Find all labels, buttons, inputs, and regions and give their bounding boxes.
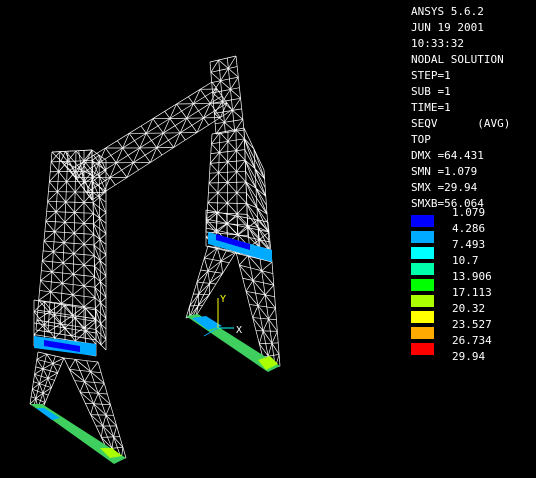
- legend-swatch: [411, 295, 434, 307]
- info-line: TOP: [411, 133, 431, 146]
- info-line: ANSYS 5.6.2: [411, 5, 484, 18]
- frame-wireframe-mesh: [29, 55, 281, 461]
- info-line: SMN =1.079: [411, 165, 478, 178]
- info-line: DMX =64.431: [411, 149, 484, 162]
- legend-value: 29.94: [452, 350, 486, 363]
- info-line: NODAL SOLUTION: [411, 53, 504, 66]
- legend-swatch: [411, 279, 434, 291]
- info-line: JUN 19 2001: [411, 21, 484, 34]
- right-footing-beam: [186, 314, 280, 372]
- legend-swatch: [411, 247, 434, 259]
- legend-value: 17.113: [452, 286, 492, 299]
- legend-value: 4.286: [452, 222, 486, 235]
- info-line: STEP=1: [411, 69, 451, 82]
- legend-swatch: [411, 343, 434, 355]
- legend-value: 13.906: [452, 270, 492, 283]
- legend-swatch: [411, 263, 434, 275]
- legend-value: 1.079: [452, 206, 486, 219]
- graphics-window[interactable]: Y X ANSYS 5.6.2 JUN 19 2001 10:33:32 NODAL …: [0, 0, 536, 478]
- legend-value: 23.527: [452, 318, 492, 331]
- info-line: SUB =1: [411, 85, 451, 98]
- info-line: TIME=1: [411, 101, 451, 114]
- info-line: SEQV (AVG): [411, 117, 511, 130]
- legend-value: 7.493: [452, 238, 486, 251]
- legend-swatch: [411, 215, 434, 227]
- triad-y-label: Y: [220, 294, 226, 305]
- legend-value: 20.32: [452, 302, 486, 315]
- triad-x-label: X: [236, 325, 242, 336]
- legend-swatch: [411, 311, 434, 323]
- legend-value: 26.734: [452, 334, 492, 347]
- left-footing-beam: [30, 404, 126, 464]
- info-line: 10:33:32: [411, 37, 464, 50]
- legend-swatch: [411, 231, 434, 243]
- info-line: SMX =29.94: [411, 181, 478, 194]
- legend-value: 10.7: [452, 254, 479, 267]
- legend-swatch: [411, 327, 434, 339]
- solution-info-panel: ANSYS 5.6.2 JUN 19 2001 10:33:32 NODAL SOLU…: [411, 4, 536, 212]
